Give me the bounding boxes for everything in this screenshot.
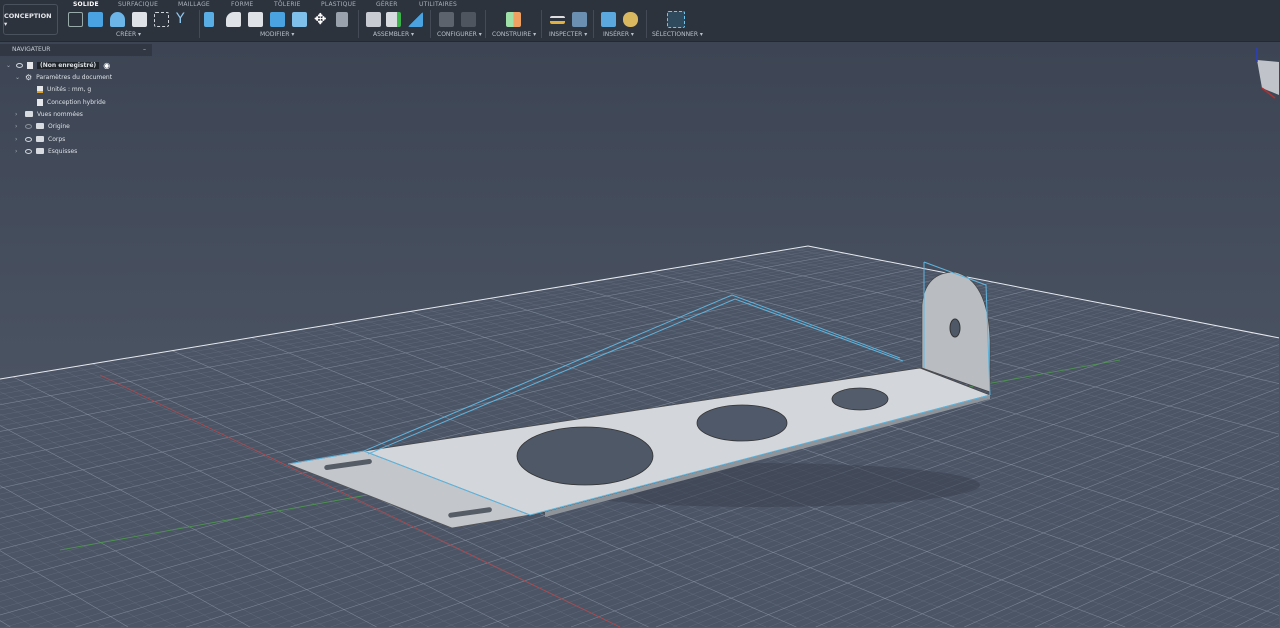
- shell-icon[interactable]: [248, 12, 263, 27]
- revolve-icon[interactable]: [110, 12, 125, 27]
- tree-label: Vues nommées: [37, 110, 83, 118]
- tree-item-conception[interactable]: Conception hybride: [37, 97, 106, 107]
- inspect-menu[interactable]: INSPECTER ▾: [549, 31, 587, 38]
- eye-icon[interactable]: [25, 136, 32, 142]
- configuration-table-icon[interactable]: [461, 12, 476, 27]
- toolbar: CONCEPTION ▾ SOLIDE SURFACIQUE MAILLAGE …: [0, 0, 1280, 42]
- assemble-menu[interactable]: ASSEMBLER ▾: [373, 31, 414, 38]
- select-menu[interactable]: SÉLECTIONNER ▾: [652, 31, 703, 38]
- document-icon: [27, 61, 33, 69]
- parameters-icon[interactable]: [336, 12, 348, 27]
- hole-small: [831, 387, 889, 411]
- tab-gerer[interactable]: GÉRER: [376, 1, 398, 8]
- units-icon: [37, 85, 43, 93]
- tree-item-corps[interactable]: › Corps: [15, 134, 65, 144]
- move-icon[interactable]: ✥: [314, 12, 329, 27]
- flange-hole: [949, 318, 961, 338]
- folder-icon: [36, 148, 44, 154]
- tab-surfacique[interactable]: SURFACIQUE: [118, 1, 158, 8]
- tree-label: Unités : mm, g: [47, 85, 92, 93]
- extrude-icon[interactable]: [88, 12, 103, 27]
- gear-icon: ⚙: [25, 72, 33, 82]
- tree-label: Origine: [48, 122, 70, 130]
- chevron-right-icon[interactable]: ›: [15, 111, 21, 118]
- tab-tolerie[interactable]: TÔLERIE: [274, 1, 301, 8]
- design-icon: [37, 98, 43, 106]
- insert-image-icon[interactable]: [601, 12, 616, 27]
- tab-utilitaires[interactable]: UTILITAIRES: [419, 1, 457, 8]
- browser-panel: NAVIGATEUR –: [0, 44, 152, 56]
- folder-icon: [25, 111, 33, 117]
- chevron-right-icon[interactable]: ›: [15, 123, 21, 130]
- document-name: (Non enregistré): [37, 61, 100, 69]
- form-icon[interactable]: Y: [176, 12, 191, 27]
- configure-menu[interactable]: CONFIGURER ▾: [437, 31, 482, 38]
- eye-icon[interactable]: [16, 62, 23, 68]
- eye-hidden-icon[interactable]: [25, 123, 32, 129]
- tree-item-origine[interactable]: › Origine: [15, 121, 70, 131]
- configure-icon[interactable]: [439, 12, 454, 27]
- tree-label: Conception hybride: [47, 98, 106, 106]
- 3d-viewport[interactable]: [0, 0, 1280, 628]
- tree-label: Esquisses: [48, 147, 78, 155]
- as-built-joint-icon[interactable]: [408, 12, 423, 27]
- insert-mesh-icon[interactable]: [623, 12, 638, 27]
- tree-label: Corps: [48, 135, 66, 143]
- navigator-header[interactable]: NAVIGATEUR –: [0, 44, 152, 56]
- press-pull-icon[interactable]: [204, 12, 214, 27]
- create-menu[interactable]: CRÉER ▾: [116, 31, 141, 38]
- modify-menu[interactable]: MODIFIER ▾: [260, 31, 294, 38]
- folder-icon: [36, 136, 44, 142]
- activate-radio-icon[interactable]: ◉: [103, 61, 110, 70]
- tree-item-parametres[interactable]: ⌄ ⚙ Paramètres du document: [15, 72, 112, 82]
- chevron-right-icon[interactable]: ›: [15, 136, 21, 143]
- measure-icon[interactable]: [550, 16, 565, 24]
- select-icon[interactable]: [667, 11, 685, 28]
- view-cube[interactable]: [1256, 48, 1279, 99]
- workspace-switcher[interactable]: CONCEPTION ▾: [3, 4, 58, 35]
- eye-icon[interactable]: [25, 148, 32, 154]
- tree-root[interactable]: ⌄ (Non enregistré) ◉: [6, 60, 110, 70]
- chevron-down-icon[interactable]: ⌄: [6, 62, 12, 69]
- chevron-right-icon[interactable]: ›: [15, 148, 21, 155]
- tree-item-vues[interactable]: › Vues nommées: [15, 109, 83, 119]
- hole-icon[interactable]: [132, 12, 147, 27]
- hole-medium: [696, 404, 788, 442]
- tree-item-esquisses[interactable]: › Esquisses: [15, 146, 77, 156]
- new-component-icon[interactable]: [366, 12, 381, 27]
- tree-label: Paramètres du document: [36, 73, 113, 81]
- navigator-title: NAVIGATEUR: [12, 46, 51, 53]
- tab-maillage[interactable]: MAILLAGE: [178, 1, 210, 8]
- hole-large: [516, 426, 654, 486]
- combine-icon[interactable]: [270, 12, 285, 27]
- construct-plane-icon[interactable]: [506, 12, 521, 27]
- tab-plastique[interactable]: PLASTIQUE: [321, 1, 356, 8]
- folder-icon: [36, 123, 44, 129]
- pattern-icon[interactable]: [154, 12, 169, 27]
- split-icon[interactable]: [292, 12, 307, 27]
- tab-solide[interactable]: SOLIDE: [73, 1, 99, 8]
- section-analysis-icon[interactable]: [572, 12, 587, 27]
- insert-menu[interactable]: INSÉRER ▾: [603, 31, 634, 38]
- construct-menu[interactable]: CONSTRUIRE ▾: [492, 31, 536, 38]
- fillet-icon[interactable]: [226, 12, 241, 27]
- create-sketch-icon[interactable]: [68, 12, 83, 27]
- joint-icon[interactable]: [386, 12, 401, 27]
- chevron-down-icon[interactable]: ⌄: [15, 74, 21, 81]
- tab-forme[interactable]: FORME: [231, 1, 253, 8]
- tree-item-unites[interactable]: Unités : mm, g: [37, 84, 91, 94]
- collapse-button[interactable]: –: [143, 44, 146, 56]
